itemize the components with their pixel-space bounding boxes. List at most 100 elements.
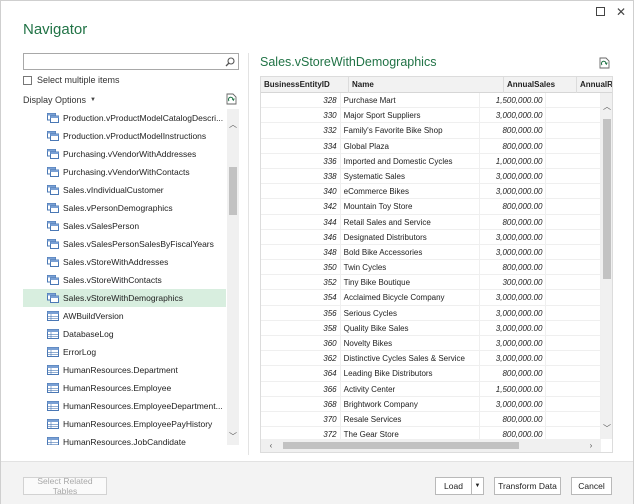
view-icon <box>47 293 59 303</box>
search-input[interactable] <box>24 54 220 69</box>
grid-vertical-thumb[interactable] <box>603 119 611 279</box>
tree-scrollbar[interactable]: ︿ ﹀ <box>227 109 239 445</box>
table-row: 334 Global Plaza 800,000.00 <box>261 138 601 154</box>
tree-item-label: ErrorLog <box>63 347 97 357</box>
preview-title: Sales.vStoreWithDemographics <box>260 55 437 69</box>
column-header[interactable]: AnnualRev <box>577 77 612 93</box>
table-cell: 3,000,000.00 <box>480 168 547 184</box>
tree-item[interactable]: HumanResources.JobCandidate <box>23 433 226 445</box>
table-icon <box>47 437 59 445</box>
table-cell: 1,500,000.00 <box>480 381 547 397</box>
scroll-right-icon[interactable]: › <box>585 439 597 452</box>
transform-data-button[interactable]: Transform Data <box>494 477 561 495</box>
tree-item-label: Sales.vSalesPerson <box>63 221 140 231</box>
table-row: 346 Designated Distributors 3,000,000.00 <box>261 229 601 245</box>
scroll-left-icon[interactable]: ‹ <box>265 439 277 452</box>
table-cell <box>546 260 601 276</box>
pane-divider[interactable] <box>248 53 249 455</box>
tree-item-label: HumanResources.JobCandidate <box>63 437 186 445</box>
table-row: 356 Serious Cycles 3,000,000.00 <box>261 305 601 321</box>
table-cell: 342 <box>261 199 341 215</box>
refresh-button-right[interactable] <box>599 57 610 71</box>
tree-item-label: Production.vProductModelCatalogDescri... <box>63 113 224 123</box>
scroll-up-icon[interactable]: ︿ <box>601 101 612 113</box>
column-header[interactable]: BusinessEntityID <box>261 77 349 93</box>
tree-item[interactable]: HumanResources.EmployeeDepartment... <box>23 397 226 415</box>
select-multiple-row[interactable]: Select multiple items <box>23 75 120 85</box>
tree-item[interactable]: Production.vProductModelInstructions <box>23 127 226 145</box>
tree-item-label: Sales.vStoreWithDemographics <box>63 293 183 303</box>
table-cell: 800,000.00 <box>480 138 547 154</box>
grid-vertical-scrollbar[interactable]: ︿ ﹀ <box>601 93 612 439</box>
table-cell <box>546 229 601 245</box>
tree-item[interactable]: HumanResources.Department <box>23 361 226 379</box>
tree-item[interactable]: ErrorLog <box>23 343 226 361</box>
tree-item[interactable]: Sales.vStoreWithContacts <box>23 271 226 289</box>
table-cell <box>546 93 601 108</box>
tree-item[interactable]: Purchasing.vVendorWithContacts <box>23 163 226 181</box>
maximize-button[interactable] <box>593 5 607 19</box>
search-icon <box>225 56 235 66</box>
tree-scroll-thumb[interactable] <box>229 167 237 215</box>
column-header[interactable]: Name <box>349 77 504 93</box>
table-cell: 800,000.00 <box>480 411 547 427</box>
tree-item-label: Purchasing.vVendorWithAddresses <box>63 149 197 159</box>
display-options-dropdown[interactable]: Display Options ▼ <box>23 95 96 105</box>
table-row: 360 Novelty Bikes 3,000,000.00 <box>261 336 601 352</box>
search-button[interactable] <box>222 54 238 69</box>
scroll-down-icon[interactable]: ﹀ <box>227 431 239 443</box>
table-cell: Retail Sales and Service <box>341 214 481 230</box>
tree-item[interactable]: Sales.vSalesPerson <box>23 217 226 235</box>
search-box <box>23 53 239 70</box>
tree-item-label: Sales.vStoreWithContacts <box>63 275 162 285</box>
tree-item[interactable]: AWBuildVersion <box>23 307 226 325</box>
grid-horizontal-scrollbar[interactable]: ‹ › <box>261 439 601 452</box>
cancel-button[interactable]: Cancel <box>571 477 612 495</box>
tree-item[interactable]: Production.vProductModelCatalogDescri... <box>23 109 226 127</box>
grid-horizontal-thumb[interactable] <box>283 442 519 449</box>
display-options-label: Display Options <box>23 95 87 105</box>
table-cell: 330 <box>261 108 341 124</box>
view-icon <box>47 113 59 123</box>
tree-item[interactable]: HumanResources.Employee <box>23 379 226 397</box>
refresh-button-left[interactable] <box>226 93 237 107</box>
table-cell <box>546 123 601 139</box>
navigator-tree: Production.vProductModelCatalogDescri...… <box>23 109 239 445</box>
select-related-tables-button[interactable]: Select Related Tables <box>23 476 107 496</box>
table-cell: 3,000,000.00 <box>480 229 547 245</box>
table-cell: 372 <box>261 427 341 439</box>
table-row: 358 Quality Bike Sales 3,000,000.00 <box>261 320 601 336</box>
table-cell: Twin Cycles <box>341 260 481 276</box>
tree-item-label: HumanResources.Employee <box>63 383 172 393</box>
table-row: 344 Retail Sales and Service 800,000.00 <box>261 214 601 230</box>
table-cell: Family's Favorite Bike Shop <box>341 123 481 139</box>
tree-item[interactable]: Sales.vIndividualCustomer <box>23 181 226 199</box>
table-cell: The Gear Store <box>341 427 481 439</box>
tree-item[interactable]: Sales.vStoreWithAddresses <box>23 253 226 271</box>
tree-item[interactable]: DatabaseLog <box>23 325 226 343</box>
table-cell: Acclaimed Bicycle Company <box>341 290 481 306</box>
table-row: 348 Bold Bike Accessories 3,000,000.00 <box>261 244 601 261</box>
tree-item-label: AWBuildVersion <box>63 311 124 321</box>
tree-item[interactable]: Sales.vSalesPersonSalesByFiscalYears <box>23 235 226 253</box>
column-header[interactable]: AnnualSales <box>504 77 577 93</box>
select-multiple-label: Select multiple items <box>37 75 120 85</box>
close-button[interactable]: ✕ <box>614 5 628 19</box>
tree-item[interactable]: Purchasing.vVendorWithAddresses <box>23 145 226 163</box>
scroll-up-icon[interactable]: ︿ <box>227 119 239 131</box>
table-icon <box>47 347 59 357</box>
view-icon <box>47 131 59 141</box>
tree-item-label: HumanResources.EmployeePayHistory <box>63 419 213 429</box>
tree-item[interactable]: Sales.vPersonDemographics <box>23 199 226 217</box>
table-cell: Systematic Sales <box>341 168 481 184</box>
tree-item[interactable]: Sales.vStoreWithDemographics <box>23 289 226 307</box>
load-button[interactable]: Load <box>435 477 472 495</box>
table-cell: 366 <box>261 381 341 397</box>
table-cell: Purchase Mart <box>341 93 481 108</box>
tree-item[interactable]: HumanResources.EmployeePayHistory <box>23 415 226 433</box>
load-options-button[interactable]: ▼ <box>471 477 484 495</box>
scroll-down-icon[interactable]: ﹀ <box>601 423 612 435</box>
grid-header: BusinessEntityID Name AnnualSales Annual… <box>261 77 612 93</box>
select-multiple-checkbox[interactable] <box>23 75 32 85</box>
view-icon <box>47 275 59 285</box>
